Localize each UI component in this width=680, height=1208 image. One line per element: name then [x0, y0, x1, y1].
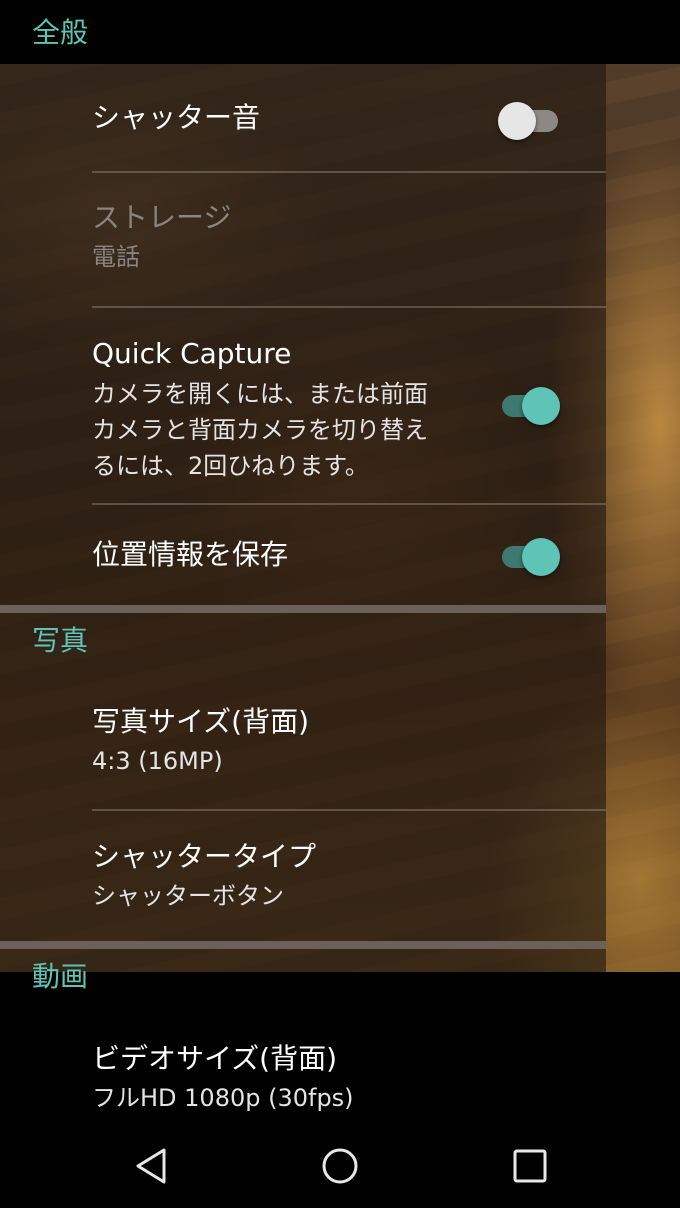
section-divider [0, 941, 606, 949]
toggle-thumb [522, 538, 560, 576]
quick-capture-description-line: るには、2回ひねります。 [92, 452, 369, 480]
quick-capture-label: Quick Capture [92, 337, 292, 370]
quick-capture-description: カメラを開くには、または前面 カメラと背面カメラを切り替え るには、2回ひねりま… [92, 376, 472, 484]
storage-label: ストレージ [92, 201, 232, 234]
divider [92, 503, 606, 505]
video-size-label: ビデオサイズ(背面) [92, 1042, 338, 1075]
toggle-thumb [498, 102, 536, 140]
quick-capture-description-line: カメラを開くには、または前面 [92, 380, 428, 408]
setting-storage: ストレージ 電話 [92, 200, 606, 274]
setting-video-size[interactable]: ビデオサイズ(背面) フルHD 1080p (30fps) [92, 1041, 606, 1115]
divider [92, 306, 606, 308]
quick-capture-description-line: カメラと背面カメラを切り替え [92, 416, 428, 444]
video-size-value: フルHD 1080p (30fps) [92, 1084, 354, 1112]
toggle-thumb [522, 387, 560, 425]
shutter-type-label: シャッタータイプ [92, 840, 317, 873]
photo-size-label: 写真サイズ(背面) [92, 705, 310, 738]
section-title-video: 動画 [32, 960, 89, 993]
back-icon[interactable] [124, 1140, 180, 1196]
recents-icon[interactable] [502, 1140, 558, 1196]
section-title-photo: 写真 [32, 624, 89, 657]
section-title-general: 全般 [32, 16, 89, 49]
top-bar [0, 0, 680, 64]
quick-capture-toggle[interactable] [500, 385, 560, 425]
save-location-toggle[interactable] [500, 536, 560, 576]
storage-value: 電話 [92, 243, 140, 271]
home-icon[interactable] [312, 1140, 368, 1196]
setting-photo-size[interactable]: 写真サイズ(背面) 4:3 (16MP) [92, 704, 606, 778]
shutter-type-value: シャッターボタン [92, 882, 284, 910]
divider [92, 171, 606, 173]
section-divider [0, 605, 606, 613]
divider [92, 809, 606, 811]
setting-shutter-type[interactable]: シャッタータイプ シャッターボタン [92, 839, 606, 913]
shutter-sound-toggle[interactable] [498, 100, 560, 140]
photo-size-value: 4:3 (16MP) [92, 747, 223, 775]
